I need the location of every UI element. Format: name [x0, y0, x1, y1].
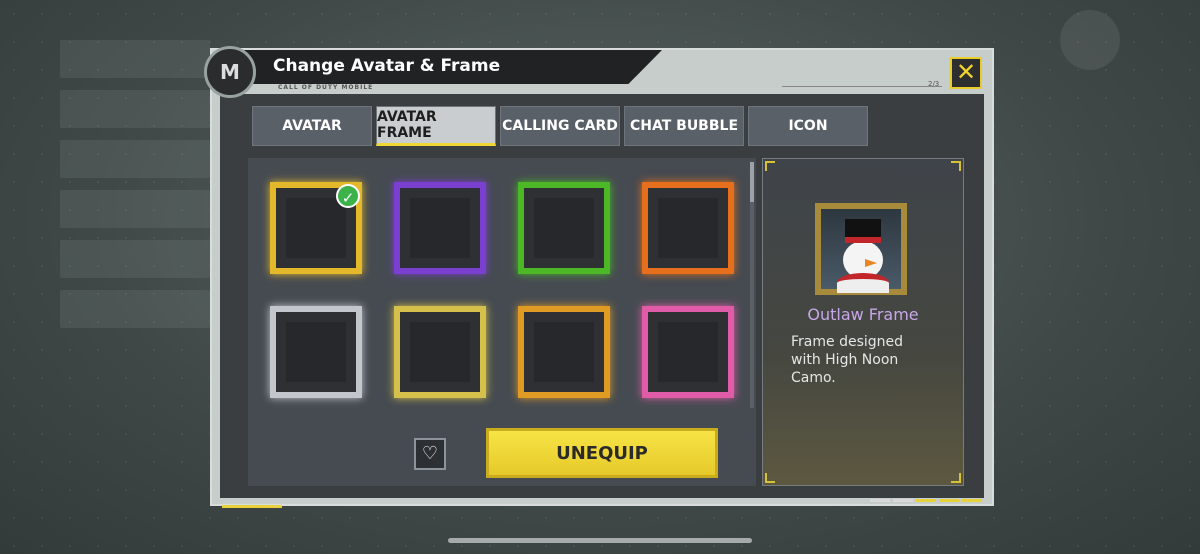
avatar-frame-item[interactable]: [394, 182, 486, 274]
frame-slot: [658, 198, 718, 258]
item-description: Frame designed with High Noon Camo.: [791, 334, 904, 386]
equipped-check-icon: ✓: [336, 184, 360, 208]
close-icon: ✕: [955, 58, 977, 86]
progress-line: [782, 86, 942, 87]
background-icon: [1060, 10, 1120, 70]
frame-grid: ✓ ♡ UNEQUIP: [248, 158, 756, 486]
item-detail-panel: Outlaw Frame Frame designed with High No…: [762, 158, 964, 486]
avatar-frame-item[interactable]: ✓: [270, 182, 362, 274]
frame-slot: [410, 198, 470, 258]
carrot-nose-icon: [865, 259, 877, 267]
page-indicator: [870, 499, 982, 502]
corner-decoration: [765, 161, 775, 171]
title-bar: Change Avatar & Frame: [242, 50, 662, 84]
unequip-button[interactable]: UNEQUIP: [486, 428, 718, 478]
accent-stripe: [222, 505, 282, 508]
avatar-frame-item[interactable]: [642, 306, 734, 398]
home-indicator[interactable]: [448, 538, 752, 543]
top-hat-icon: [845, 219, 881, 243]
item-name: Outlaw Frame: [807, 305, 919, 324]
tab-avatar[interactable]: AVATAR: [252, 106, 372, 146]
cod-logo-icon: M: [204, 46, 256, 98]
corner-decoration: [951, 473, 961, 483]
avatar-frame-item[interactable]: [270, 306, 362, 398]
frame-slot: [410, 322, 470, 382]
frame-slot: [534, 198, 594, 258]
close-button[interactable]: ✕: [950, 57, 982, 89]
avatar-frame-item[interactable]: [642, 182, 734, 274]
tab-avatar-frame[interactable]: AVATAR FRAME: [376, 106, 496, 146]
corner-decoration: [951, 161, 961, 171]
scarf-icon: [837, 273, 889, 293]
progress-indicator: 2/3: [928, 80, 940, 88]
frame-slot: [534, 322, 594, 382]
frame-slot: [286, 198, 346, 258]
avatar-frame-item[interactable]: [518, 182, 610, 274]
tab-bar: AVATAR AVATAR FRAME CALLING CARD CHAT BU…: [252, 106, 868, 146]
tab-chat-bubble[interactable]: CHAT BUBBLE: [624, 106, 744, 146]
avatar-frame-item[interactable]: [394, 306, 486, 398]
dialog-title: Change Avatar & Frame: [273, 56, 501, 76]
game-subtitle: CALL OF DUTY MOBILE: [278, 84, 374, 91]
scrollbar-thumb[interactable]: [750, 162, 754, 202]
change-avatar-dialog: Change Avatar & Frame CALL OF DUTY MOBIL…: [204, 46, 994, 508]
corner-decoration: [765, 473, 775, 483]
frame-slot: [658, 322, 718, 382]
avatar-frame-item[interactable]: [518, 306, 610, 398]
frame-preview: [815, 203, 907, 295]
tab-icon[interactable]: ICON: [748, 106, 868, 146]
favorite-button[interactable]: ♡: [414, 438, 446, 470]
frame-slot: [286, 322, 346, 382]
tab-calling-card[interactable]: CALLING CARD: [500, 106, 620, 146]
background-menu: [60, 40, 210, 400]
heart-icon: ♡: [421, 443, 439, 464]
scrollbar[interactable]: [750, 162, 754, 408]
